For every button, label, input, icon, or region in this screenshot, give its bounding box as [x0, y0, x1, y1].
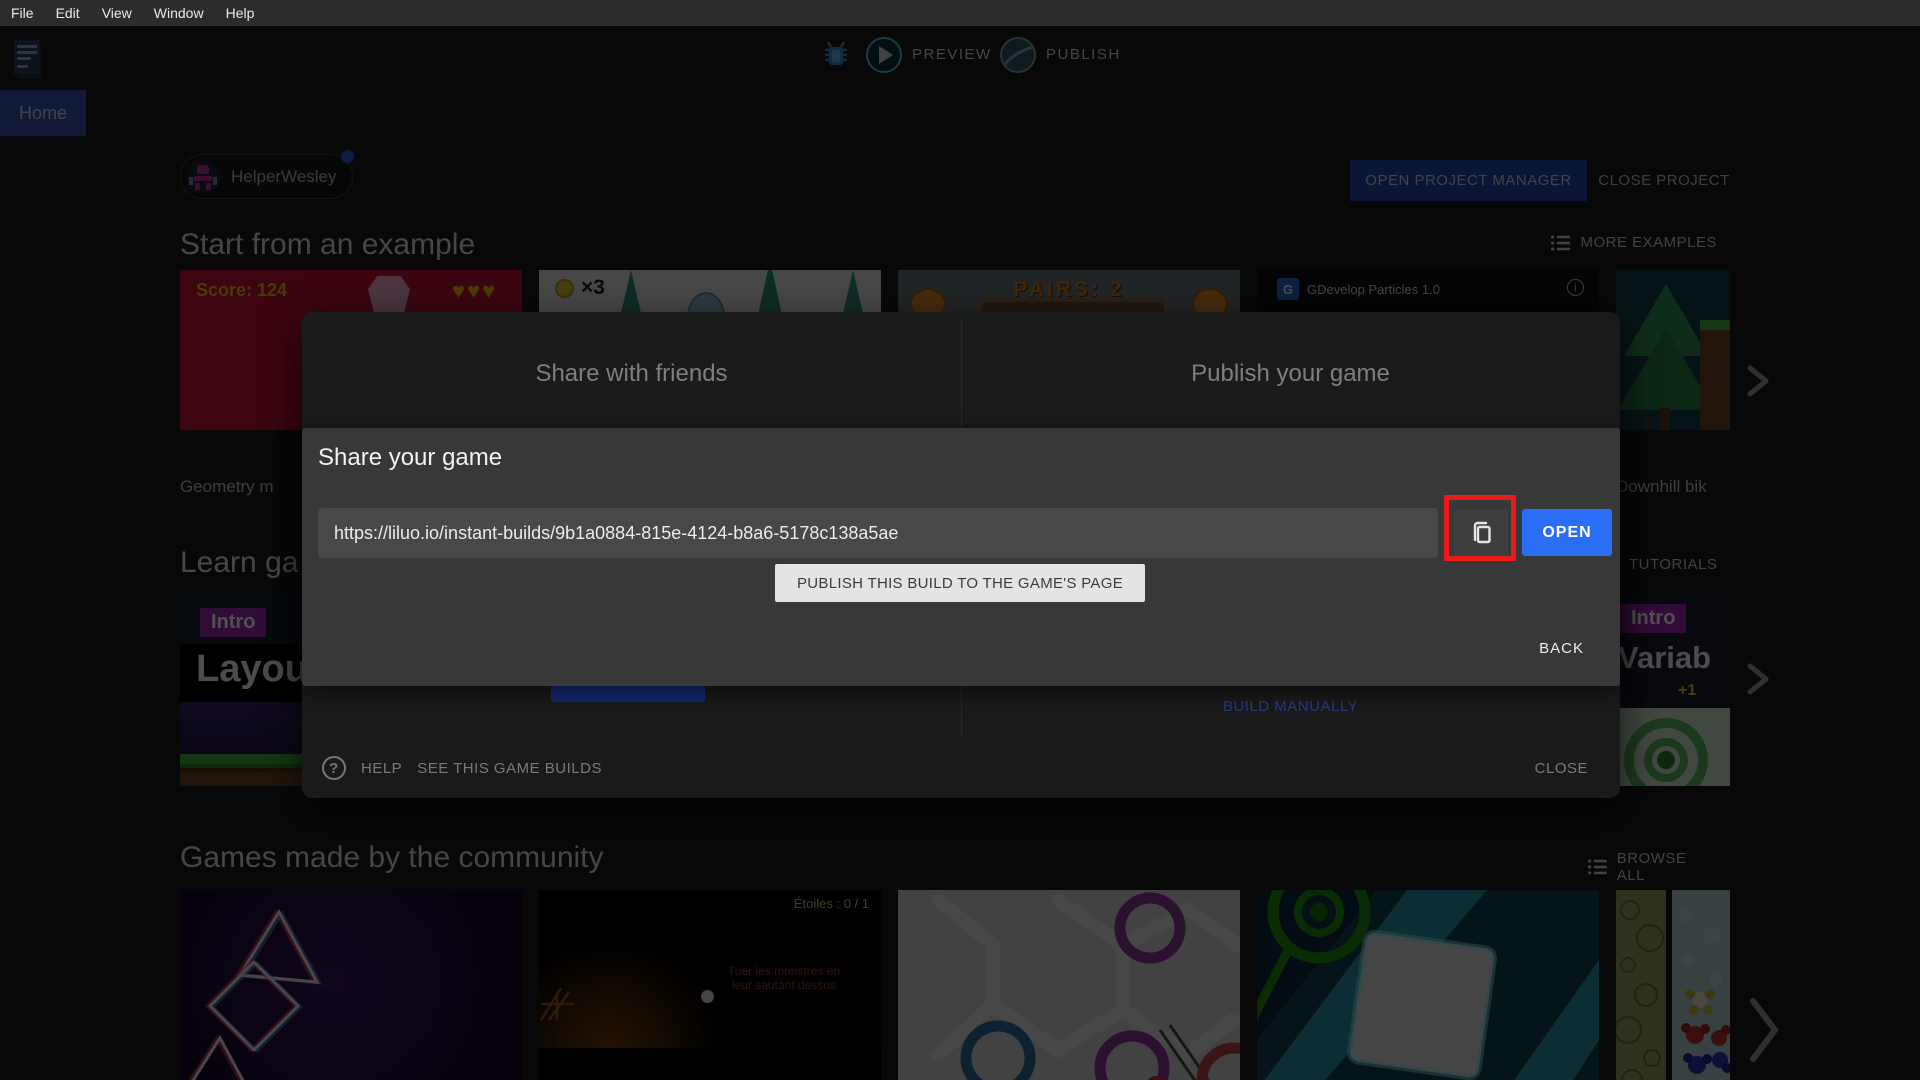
share-your-game-panel: Share your game https://liluo.io/instant…: [302, 428, 1620, 686]
annotation-highlight-box: [1444, 495, 1516, 561]
share-url-field[interactable]: https://liluo.io/instant-builds/9b1a0884…: [318, 508, 1438, 558]
back-button[interactable]: BACK: [1539, 640, 1584, 657]
panel-title: Share your game: [318, 444, 503, 471]
menu-edit[interactable]: Edit: [45, 5, 91, 21]
publish-build-button[interactable]: PUBLISH THIS BUILD TO THE GAME'S PAGE: [775, 564, 1145, 602]
gdevelop-window: File Edit View Window Help PREVIEW PUBLI…: [0, 0, 1920, 1080]
open-link-button[interactable]: OPEN: [1522, 509, 1612, 556]
menu-view[interactable]: View: [91, 5, 143, 21]
menu-bar: File Edit View Window Help: [0, 0, 1920, 26]
menu-help[interactable]: Help: [215, 5, 266, 21]
share-url: https://liluo.io/instant-builds/9b1a0884…: [334, 522, 899, 543]
menu-file[interactable]: File: [0, 5, 45, 21]
menu-window[interactable]: Window: [143, 5, 215, 21]
